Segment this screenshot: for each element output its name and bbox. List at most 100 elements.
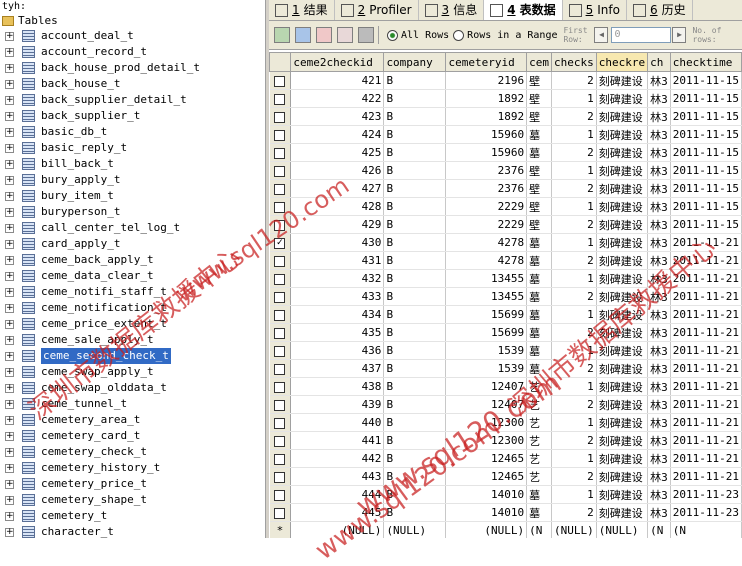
cell-checkre[interactable]: 刻碑建设 — [596, 287, 649, 306]
tree-item-table[interactable]: + cemetery_t — [0, 508, 265, 524]
column-header[interactable]: checks — [551, 52, 597, 72]
table-row[interactable]: 424 B 15960 墓 1 刻碑建设 林3 2011-11-15 — [269, 125, 742, 144]
tree-item-table[interactable]: + bill_back_t — [0, 156, 265, 172]
row-selector[interactable] — [269, 89, 292, 108]
cell-cem[interactable]: 墓 — [526, 485, 552, 504]
cell-checks[interactable]: 2 — [551, 359, 597, 378]
table-row[interactable]: 441 B 12300 艺 2 刻碑建设 林3 2011-11-21 — [269, 431, 742, 450]
row-checkbox[interactable] — [274, 399, 286, 411]
tree-item-table[interactable]: + back_supplier_t — [0, 108, 265, 124]
cell-cem[interactable]: 壁 — [526, 89, 552, 108]
cell-ceme2checkid[interactable]: 428 — [290, 197, 385, 216]
cell-cemeteryid[interactable]: 12407 — [445, 395, 528, 414]
tree-item-table[interactable]: + ceme_back_apply_t — [0, 252, 265, 268]
cell-checks[interactable]: 2 — [551, 431, 597, 450]
row-checkbox[interactable] — [274, 255, 286, 267]
cell-ch[interactable]: 林3 — [647, 323, 671, 342]
cell-cem[interactable]: 墓 — [526, 503, 552, 522]
cell-cem[interactable]: 墓 — [526, 287, 552, 306]
new-row-null-cell[interactable]: (NULL) — [551, 521, 597, 538]
cell-company[interactable]: B — [383, 485, 447, 504]
cell-checktime[interactable]: 2011-11-15 — [670, 215, 742, 234]
cell-cem[interactable]: 墓 — [526, 251, 552, 270]
new-row-null-cell[interactable]: (NULL) — [596, 521, 649, 538]
expand-icon[interactable]: + — [5, 399, 14, 409]
tree-item-table[interactable]: + bury_apply_t — [0, 172, 265, 188]
cell-checkre[interactable]: 刻碑建设 — [596, 395, 649, 414]
cell-checkre[interactable]: 刻碑建设 — [596, 359, 649, 378]
cell-ceme2checkid[interactable]: 427 — [290, 179, 385, 198]
cell-checktime[interactable]: 2011-11-15 — [670, 161, 742, 180]
row-selector[interactable] — [269, 197, 292, 216]
cell-checkre[interactable]: 刻碑建设 — [596, 197, 649, 216]
cell-cem[interactable]: 墓 — [526, 269, 552, 288]
cell-checks[interactable]: 1 — [551, 341, 597, 360]
cell-cemeteryid[interactable]: 12465 — [445, 467, 528, 486]
expand-icon[interactable]: + — [5, 431, 14, 441]
tab-info[interactable]: 3 信息 — [419, 0, 485, 20]
cell-cemeteryid[interactable]: 12465 — [445, 449, 528, 468]
cell-ceme2checkid[interactable]: 441 — [290, 431, 385, 450]
tree-item-table[interactable]: + card_apply_t — [0, 236, 265, 252]
expand-icon[interactable]: + — [5, 159, 14, 169]
tree-item-table[interactable]: + cemetery_shape_t — [0, 492, 265, 508]
cell-ch[interactable]: 林3 — [647, 107, 671, 126]
expand-icon[interactable]: + — [5, 239, 14, 249]
cell-checkre[interactable]: 刻碑建设 — [596, 431, 649, 450]
row-checkbox[interactable] — [274, 345, 286, 357]
tree-item-table[interactable]: + ceme_notifi_staff_t — [0, 284, 265, 300]
cell-ch[interactable]: 林3 — [647, 89, 671, 108]
cell-ceme2checkid[interactable]: 425 — [290, 143, 385, 162]
cell-checks[interactable]: 1 — [551, 269, 597, 288]
cell-checks[interactable]: 2 — [551, 503, 597, 522]
row-checkbox[interactable] — [274, 273, 286, 285]
cell-cem[interactable]: 壁 — [526, 161, 552, 180]
cell-checktime[interactable]: 2011-11-21 — [670, 359, 742, 378]
row-selector[interactable] — [269, 485, 292, 504]
cell-cemeteryid[interactable]: 2376 — [445, 161, 528, 180]
cell-ceme2checkid[interactable]: 442 — [290, 449, 385, 468]
row-checkbox[interactable] — [274, 111, 286, 123]
first-row-prev-icon[interactable]: ◀ — [594, 27, 609, 43]
cell-cemeteryid[interactable]: 1539 — [445, 341, 528, 360]
table-row[interactable]: 432 B 13455 墓 1 刻碑建设 林3 2011-11-21 — [269, 269, 742, 288]
cell-checks[interactable]: 1 — [551, 161, 597, 180]
table-row[interactable]: ✓ 430 B 4278 墓 1 刻碑建设 林3 2011-11-21 — [269, 233, 742, 252]
cell-cem[interactable]: 壁 — [526, 107, 552, 126]
expand-icon[interactable]: + — [5, 63, 14, 73]
tree-item-table[interactable]: + cemetery_area_t — [0, 412, 265, 428]
cell-ch[interactable]: 林3 — [647, 485, 671, 504]
table-row[interactable]: 431 B 4278 墓 2 刻碑建设 林3 2011-11-21 — [269, 251, 742, 270]
cell-checktime[interactable]: 2011-11-21 — [670, 413, 742, 432]
table-row[interactable]: 434 B 15699 墓 1 刻碑建设 林3 2011-11-21 — [269, 305, 742, 324]
cell-company[interactable]: B — [383, 413, 447, 432]
row-selector[interactable] — [269, 215, 292, 234]
cell-checktime[interactable]: 2011-11-21 — [670, 395, 742, 414]
cell-ch[interactable]: 林3 — [647, 359, 671, 378]
expand-icon[interactable]: + — [5, 351, 14, 361]
expand-icon[interactable]: + — [5, 111, 14, 121]
cell-ceme2checkid[interactable]: 429 — [290, 215, 385, 234]
row-checkbox[interactable] — [274, 75, 286, 87]
all-rows-radio[interactable] — [387, 29, 398, 41]
cell-cem[interactable]: 墓 — [526, 359, 552, 378]
cell-ch[interactable]: 林3 — [647, 341, 671, 360]
cell-checks[interactable]: 1 — [551, 485, 597, 504]
tree-item-table[interactable]: + ceme_sale_apply_t — [0, 332, 265, 348]
cell-ceme2checkid[interactable]: 426 — [290, 161, 385, 180]
tree-item-table[interactable]: + bury_item_t — [0, 188, 265, 204]
row-checkbox[interactable] — [274, 291, 286, 303]
cell-ceme2checkid[interactable]: 445 — [290, 503, 385, 522]
row-checkbox[interactable] — [274, 201, 286, 213]
cell-checkre[interactable]: 刻碑建设 — [596, 269, 649, 288]
new-row-null-cell[interactable]: (NULL) — [383, 521, 447, 538]
expand-icon[interactable]: + — [5, 191, 14, 201]
expand-icon[interactable]: + — [5, 447, 14, 457]
cell-cemeteryid[interactable]: 12300 — [445, 413, 528, 432]
delete-row-icon[interactable] — [316, 27, 332, 43]
cell-checks[interactable]: 1 — [551, 233, 597, 252]
cell-checktime[interactable]: 2011-11-15 — [670, 197, 742, 216]
cancel-changes-icon[interactable] — [337, 27, 353, 43]
tree-item-table[interactable]: + back_house_t — [0, 76, 265, 92]
row-checkbox[interactable] — [274, 453, 286, 465]
